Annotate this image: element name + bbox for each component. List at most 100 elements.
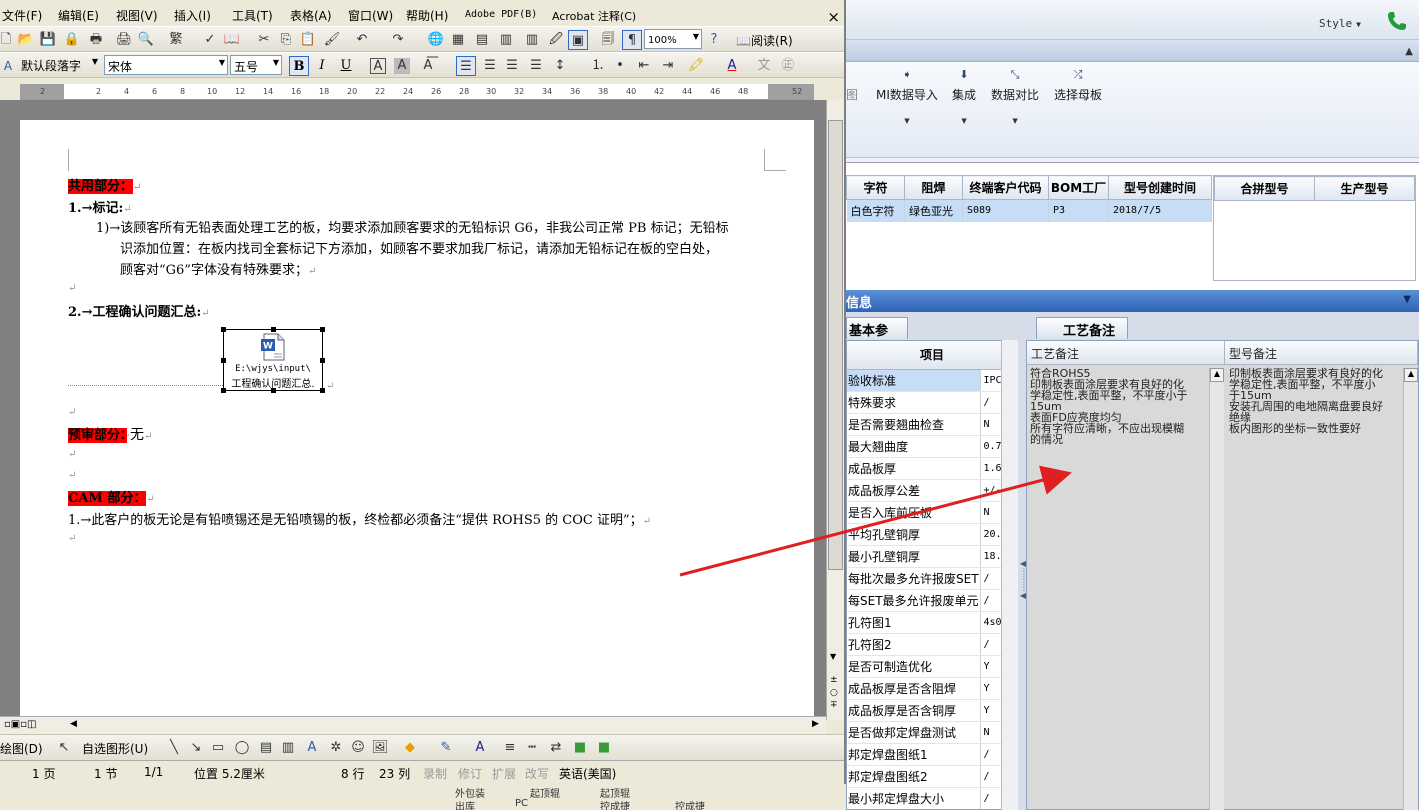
enclose-char-icon[interactable]: ㊣ [778, 56, 798, 76]
param-row[interactable]: 最小邦定焊盘大小 / [847, 787, 1017, 809]
italic-button[interactable]: I [312, 56, 332, 76]
menu-table[interactable]: 表格(A) [290, 7, 332, 24]
print-icon[interactable]: 🖶 [86, 30, 106, 50]
align-left-icon[interactable]: ☰ [456, 56, 476, 76]
tables-borders-icon[interactable]: ▦ [448, 30, 468, 50]
line-color-icon[interactable]: ✎ [436, 738, 456, 758]
char-border-icon[interactable]: A [370, 58, 386, 74]
rectangle-icon[interactable]: ▭ [208, 738, 228, 758]
menu-adobe-pdf[interactable]: Adobe PDF(B) [465, 9, 537, 20]
tab-basic-params[interactable]: 基本参数 [846, 317, 908, 358]
close-icon[interactable]: × [827, 8, 840, 26]
format-painter-icon[interactable]: 🖌 [322, 30, 342, 50]
insert-excel-icon[interactable]: ▥ [496, 30, 516, 50]
menu-window[interactable]: 窗口(W) [348, 7, 393, 24]
param-row[interactable]: 是否入库前压板 N [847, 501, 1017, 524]
param-row[interactable]: 孔符图1 4s08 [847, 611, 1017, 634]
numbering-icon[interactable]: ⒈ [588, 56, 608, 76]
status-extend[interactable]: 扩展 [492, 765, 516, 782]
vertical-textbox-icon[interactable]: ▥ [278, 738, 298, 758]
notes-scrollbar[interactable]: ▲ [1403, 368, 1418, 810]
hyperlink-icon[interactable]: 🌐 [426, 30, 446, 50]
param-row[interactable]: 每SET最多允许报废单元 / [847, 589, 1017, 612]
shadow-icon[interactable]: ■ [570, 738, 590, 758]
styles-icon[interactable]: A [0, 56, 18, 76]
autoshapes-menu[interactable]: 自选图形(U) [82, 740, 148, 757]
menu-insert[interactable]: 插入(I) [174, 7, 211, 24]
save-icon[interactable]: 💾 [38, 30, 58, 50]
param-row[interactable]: 成品板厚公差 +/- [847, 479, 1017, 502]
col-header[interactable]: BOM工厂 [1048, 175, 1109, 200]
document-page[interactable]: 共用部分：↵ 1.→标记:↵ 1)→该顾客所有无铅表面处理工艺的板，均要求添加顾… [20, 120, 814, 716]
oval-icon[interactable]: ◯ [232, 738, 252, 758]
cut-icon[interactable]: ✂ [254, 30, 274, 50]
arrow-icon[interactable]: ↘ [186, 738, 206, 758]
highlight-icon[interactable]: 🖍 [686, 56, 706, 76]
draw-menu[interactable]: 绘图(D) [0, 740, 43, 757]
notes-scrollbar[interactable]: ▲ [1209, 368, 1224, 810]
columns-icon[interactable]: ▥ [522, 30, 542, 50]
col-header[interactable]: 终端客户代码 [962, 175, 1049, 200]
dash-style-icon[interactable]: ┅ [522, 738, 542, 758]
drawing-icon[interactable]: 🖉 [546, 30, 566, 50]
wordart-icon[interactable]: A [302, 738, 322, 758]
picture-icon[interactable]: 🖼 [370, 738, 390, 758]
font-color-icon[interactable]: A [722, 56, 742, 76]
param-row[interactable]: 最大翘曲度 0.7 [847, 435, 1017, 458]
param-row[interactable]: 邦定焊盘图纸2/ [847, 765, 1017, 788]
line-icon[interactable]: ╲ [164, 738, 184, 758]
style-select[interactable]: 默认段落字 ▼ [18, 55, 100, 75]
show-hide-icon[interactable]: 🗐 [598, 30, 618, 50]
col-header[interactable]: 阻焊 [904, 175, 963, 200]
clipart-icon[interactable]: ☺ [348, 738, 368, 758]
underline-button[interactable]: U [336, 56, 356, 76]
undo-icon[interactable]: ↶ [352, 30, 372, 50]
menu-acrobat-comments[interactable]: Acrobat 注释(C) [552, 8, 636, 24]
document-map-icon[interactable]: ▣ [568, 30, 588, 50]
permission-icon[interactable]: 🔒 [62, 30, 82, 50]
params-scrollbar[interactable] [1001, 340, 1018, 810]
align-center-icon[interactable]: ☰ [480, 56, 500, 76]
select-master-button[interactable]: ⤮ 选择母板 [1054, 68, 1102, 103]
ribbon-button-partial[interactable]: 图 [846, 68, 858, 103]
model-notes-text[interactable]: 印制板表面涂层要求有良好的化 学稳定性,表面平整，不平度小 于15um 安装孔周… [1229, 368, 1403, 434]
read-button[interactable]: 📖阅读(R) [736, 32, 793, 49]
bullets-icon[interactable]: • [610, 56, 630, 76]
param-row[interactable]: 平均孔壁铜厚 20.0 [847, 523, 1017, 546]
status-overtype[interactable]: 改写 [525, 765, 549, 782]
info-bar[interactable]: 信息 ▼ [846, 290, 1419, 312]
increase-indent-icon[interactable]: ⇥ [658, 56, 678, 76]
embedded-document-object[interactable]: W E:\wjys\input\ 工程确认问题汇总. [221, 327, 325, 393]
param-row[interactable]: 邦定焊盘图纸1/ [847, 743, 1017, 766]
insert-table-icon[interactable]: ▤ [472, 30, 492, 50]
menu-view[interactable]: 视图(V) [116, 7, 158, 24]
scroll-thumb[interactable] [828, 120, 843, 570]
style-menu[interactable]: Style ▼ [1319, 17, 1361, 30]
spelling-icon[interactable]: ✓ [200, 30, 220, 50]
col-header[interactable]: 生产型号 [1314, 176, 1415, 201]
3d-icon[interactable]: ■ [594, 738, 614, 758]
align-right-icon[interactable]: ☰ [502, 56, 522, 76]
decrease-indent-icon[interactable]: ⇤ [634, 56, 654, 76]
textbox-icon[interactable]: ▤ [256, 738, 276, 758]
line-style-icon[interactable]: ≡ [500, 738, 520, 758]
arrow-style-icon[interactable]: ⇄ [546, 738, 566, 758]
col-header[interactable]: 合拼型号 [1214, 176, 1315, 201]
panel-splitter[interactable]: ◀ ⋮ ⋮ ⋮ ◀ [1018, 340, 1028, 810]
justify-icon[interactable]: ☰ [526, 56, 546, 76]
print-preview-icon[interactable]: 🖨 [114, 30, 134, 50]
param-row[interactable]: 成品板厚是否含阻焊 Y [847, 677, 1017, 700]
horizontal-ruler[interactable]: 2 2 4 6 8 10 12 14 16 18 20 22 24 26 28 30 32 34 36 38 40 42 4… [20, 84, 814, 100]
open-icon[interactable]: 📂 [16, 30, 36, 50]
col-header[interactable]: 字符 [846, 175, 905, 200]
horizontal-scrollbar[interactable]: ▫▣▫◫ ◀ ▶ [0, 716, 826, 734]
menu-edit[interactable]: 编辑(E) [58, 7, 99, 24]
param-row[interactable]: 是否可制造优化 Y [847, 655, 1017, 678]
param-row[interactable]: 每批次最多允许报废SET / [847, 567, 1017, 590]
table-row[interactable]: 白色字符 绿色亚光 S089 P3 2018/7/5 [846, 199, 1212, 222]
integrate-button[interactable]: ⬇ 集成 ▼ [952, 68, 976, 125]
status-record[interactable]: 录制 [423, 765, 447, 782]
param-row[interactable]: 孔符图2/ [847, 633, 1017, 656]
phone-icon[interactable] [1385, 9, 1409, 33]
mi-import-button[interactable]: ➧ MI数据导入 ▼ [876, 68, 938, 125]
